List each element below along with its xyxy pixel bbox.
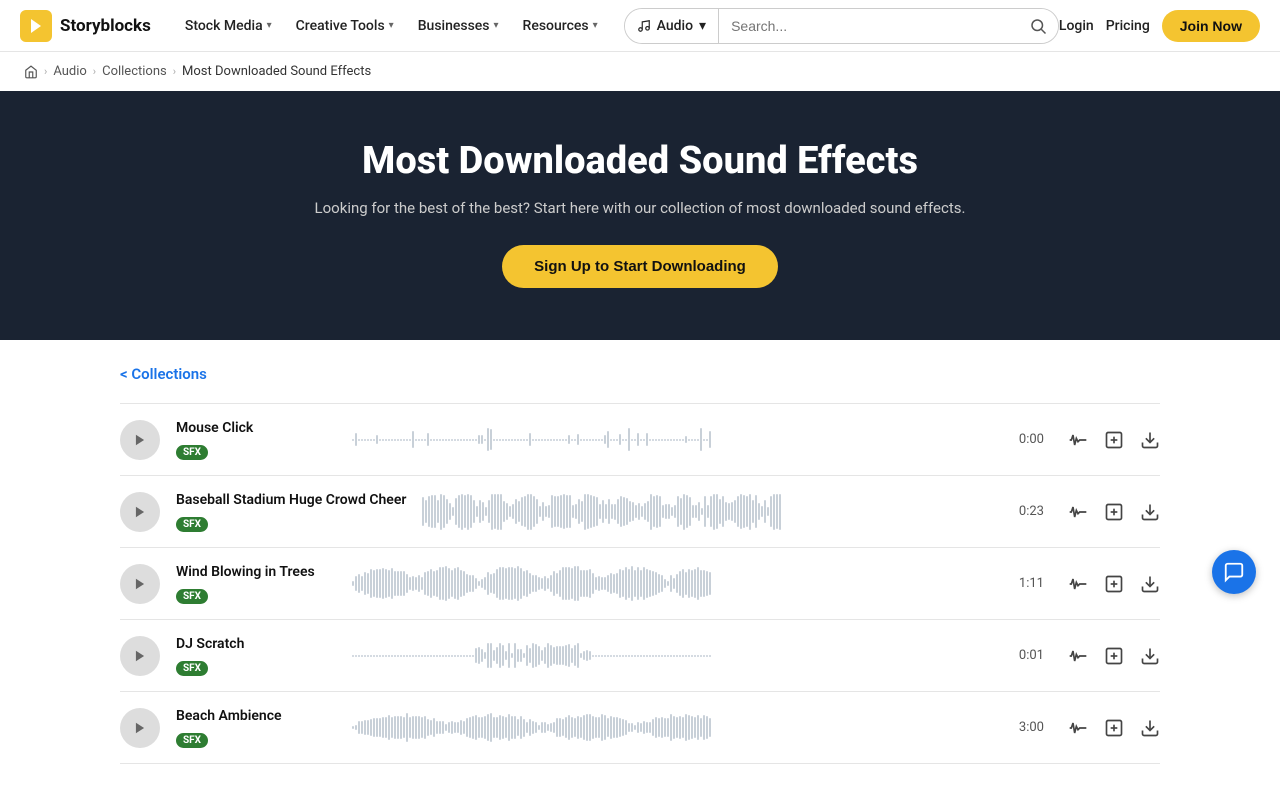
waveform-icon-button[interactable]	[1068, 718, 1088, 738]
track-name: DJ Scratch	[176, 636, 336, 652]
track-actions	[1068, 502, 1160, 522]
waveform-icon-button[interactable]	[1068, 502, 1088, 522]
chevron-down-icon: ▾	[593, 20, 598, 31]
hero-section: Most Downloaded Sound Effects Looking fo…	[0, 91, 1280, 340]
nav-resources[interactable]: Resources ▾	[513, 12, 608, 40]
nav-stock-media[interactable]: Stock Media ▾	[175, 12, 282, 40]
add-to-collection-button[interactable]	[1104, 502, 1124, 522]
nav-creative-tools[interactable]: Creative Tools ▾	[286, 12, 404, 40]
pricing-link[interactable]: Pricing	[1106, 18, 1150, 34]
add-to-collection-button[interactable]	[1104, 574, 1124, 594]
track-badge: SFX	[176, 661, 208, 676]
login-link[interactable]: Login	[1059, 18, 1094, 34]
breadcrumb-current: Most Downloaded Sound Effects	[182, 64, 371, 79]
nav-businesses[interactable]: Businesses ▾	[408, 12, 509, 40]
track-badge: SFX	[176, 733, 208, 748]
breadcrumb-audio[interactable]: Audio	[53, 64, 86, 79]
track-row: DJ Scratch SFX 0:01	[120, 620, 1160, 692]
waveform[interactable]	[352, 564, 992, 604]
track-badge: SFX	[176, 589, 208, 604]
chevron-down-icon: ▾	[267, 20, 272, 31]
track-row: Mouse Click SFX 0:00	[120, 404, 1160, 476]
download-button[interactable]	[1140, 502, 1160, 522]
waveform-icon-button[interactable]	[1068, 430, 1088, 450]
track-actions	[1068, 574, 1160, 594]
download-button[interactable]	[1140, 718, 1160, 738]
collections-back-link[interactable]: < Collections	[120, 365, 207, 383]
track-actions	[1068, 718, 1160, 738]
play-button[interactable]	[120, 564, 160, 604]
download-button[interactable]	[1140, 574, 1160, 594]
nav-links: Stock Media ▾ Creative Tools ▾ Businesse…	[175, 12, 608, 40]
track-name: Beach Ambience	[176, 708, 336, 724]
audio-icon	[637, 19, 651, 33]
logo-icon	[20, 10, 52, 42]
track-duration: 3:00	[1008, 720, 1044, 735]
track-duration: 1:11	[1008, 576, 1044, 591]
track-name: Mouse Click	[176, 420, 336, 436]
track-list: Mouse Click SFX 0:00 Baseball Stadium Hu…	[120, 403, 1160, 764]
download-button[interactable]	[1140, 430, 1160, 450]
track-name: Baseball Stadium Huge Crowd Cheer	[176, 492, 406, 508]
logo[interactable]: Storyblocks	[20, 10, 151, 42]
track-info: Beach Ambience SFX	[176, 708, 336, 748]
track-row: Beach Ambience SFX 3:00	[120, 692, 1160, 764]
track-badge: SFX	[176, 517, 208, 532]
waveform[interactable]	[422, 492, 992, 532]
add-to-collection-button[interactable]	[1104, 718, 1124, 738]
search-input[interactable]	[719, 18, 1018, 34]
track-row: Wind Blowing in Trees SFX 1:11	[120, 548, 1160, 620]
track-info: Mouse Click SFX	[176, 420, 336, 460]
waveform[interactable]	[352, 708, 992, 748]
signup-cta-button[interactable]: Sign Up to Start Downloading	[502, 245, 778, 288]
waveform-icon-button[interactable]	[1068, 646, 1088, 666]
join-now-button[interactable]: Join Now	[1162, 10, 1260, 42]
search-button[interactable]	[1018, 9, 1058, 43]
track-badge: SFX	[176, 445, 208, 460]
play-button[interactable]	[120, 492, 160, 532]
hero-subtitle: Looking for the best of the best? Start …	[20, 199, 1260, 217]
download-button[interactable]	[1140, 646, 1160, 666]
play-button[interactable]	[120, 636, 160, 676]
logo-text: Storyblocks	[60, 16, 151, 36]
track-row: Baseball Stadium Huge Crowd Cheer SFX 0:…	[120, 476, 1160, 548]
chevron-down-icon: ▾	[699, 18, 706, 34]
hero-title: Most Downloaded Sound Effects	[20, 139, 1260, 183]
breadcrumb-collections[interactable]: Collections	[102, 64, 167, 79]
waveform[interactable]	[352, 420, 992, 460]
search-icon	[1029, 17, 1047, 35]
add-to-collection-button[interactable]	[1104, 646, 1124, 666]
search-bar: Audio ▾	[624, 8, 1059, 44]
chat-icon	[1223, 561, 1245, 583]
track-duration: 0:00	[1008, 432, 1044, 447]
track-duration: 0:23	[1008, 504, 1044, 519]
track-info: DJ Scratch SFX	[176, 636, 336, 676]
main-content: < Collections Mouse Click SFX 0:00 Baseb…	[0, 340, 1280, 804]
track-info: Wind Blowing in Trees SFX	[176, 564, 336, 604]
track-info: Baseball Stadium Huge Crowd Cheer SFX	[176, 492, 406, 532]
waveform[interactable]	[352, 636, 992, 676]
waveform-icon-button[interactable]	[1068, 574, 1088, 594]
navbar: Storyblocks Stock Media ▾ Creative Tools…	[0, 0, 1280, 52]
home-icon	[24, 65, 38, 79]
track-name: Wind Blowing in Trees	[176, 564, 336, 580]
chevron-down-icon: ▾	[389, 20, 394, 31]
play-button[interactable]	[120, 420, 160, 460]
breadcrumb: › Audio › Collections › Most Downloaded …	[0, 52, 1280, 91]
track-actions	[1068, 646, 1160, 666]
search-type-selector[interactable]: Audio ▾	[625, 9, 719, 43]
track-duration: 0:01	[1008, 648, 1044, 663]
play-button[interactable]	[120, 708, 160, 748]
nav-actions: Login Pricing Join Now	[1059, 10, 1260, 42]
chat-bubble[interactable]	[1212, 550, 1256, 594]
chevron-down-icon: ▾	[494, 20, 499, 31]
track-actions	[1068, 430, 1160, 450]
add-to-collection-button[interactable]	[1104, 430, 1124, 450]
